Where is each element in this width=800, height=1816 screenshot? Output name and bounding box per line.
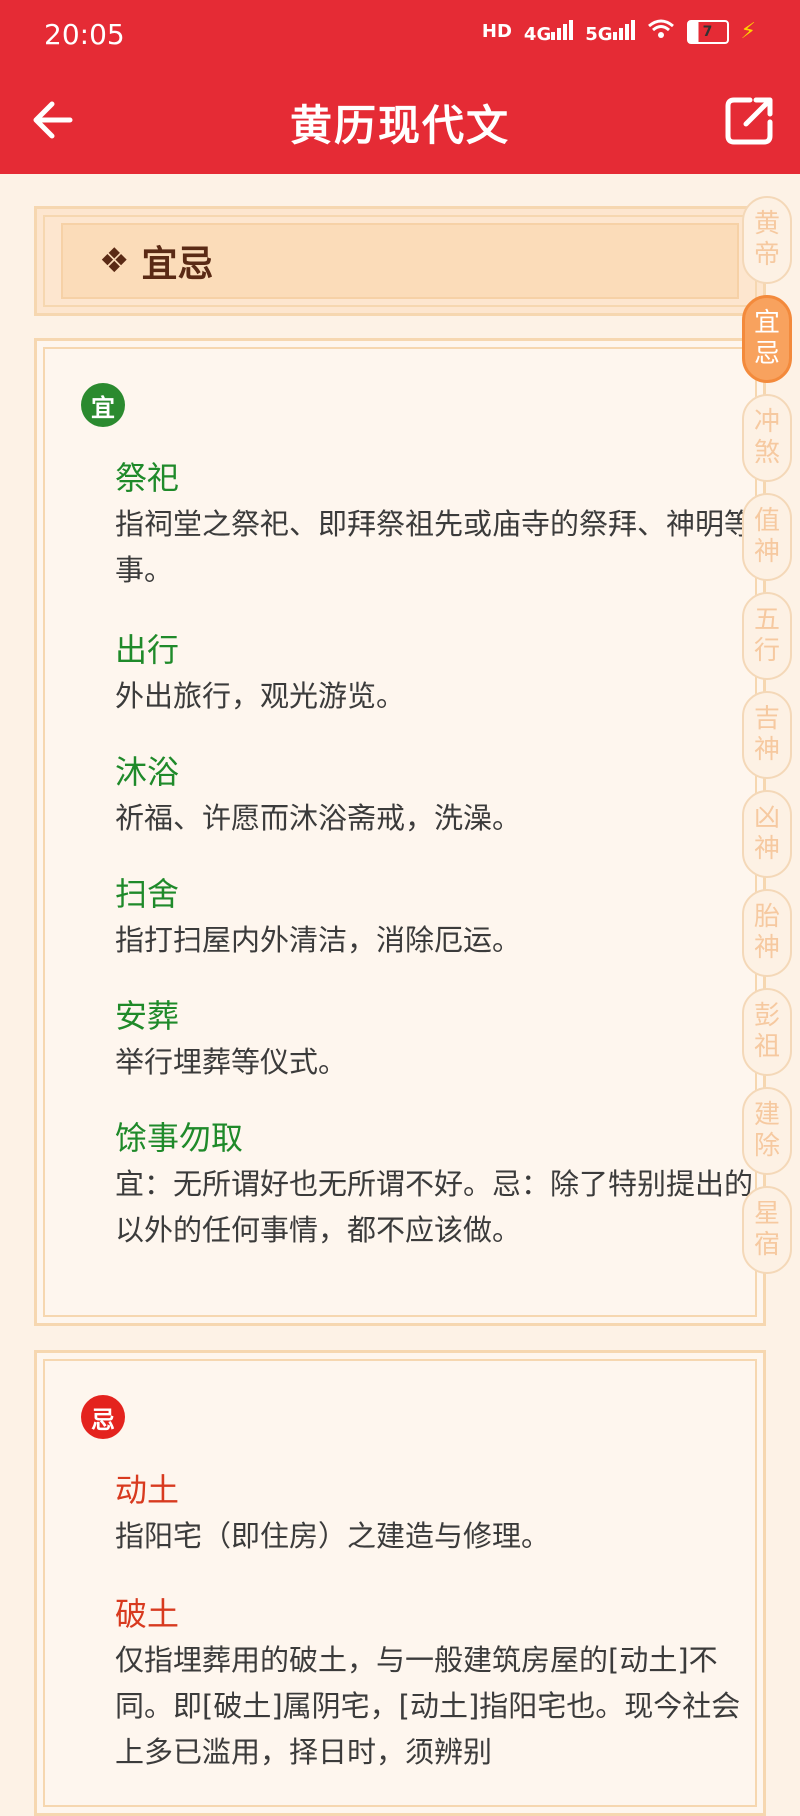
page-title: 黄历现代文 <box>289 101 510 150</box>
good-item-desc: 外出旅行，观光游览。 <box>115 679 406 713</box>
good-item: 扫舍 指打扫屋内外清洁，消除厄运。 <box>115 873 765 963</box>
sidenav-char: 建 <box>753 1100 780 1130</box>
good-item-desc: 宜：无所谓好也无所谓不好。忌：除了特别提出的以外的任何事情，都不应该做。 <box>115 1167 754 1247</box>
net-4g-label: 4G <box>523 24 552 45</box>
bad-item: 破土 仅指埋葬用的破土，与一般建筑房屋的[动土]不同。即[破土]属阴宅，[动土]… <box>115 1593 765 1775</box>
app-header: 20:05 HD 4G 5G 7 ⚡ 黄历现代文 <box>0 0 800 174</box>
good-item-desc: 祈福、许愿而沐浴斋戒，洗澡。 <box>115 801 522 835</box>
sidenav-char: 彭 <box>753 1001 780 1031</box>
sidenav-char: 宜 <box>753 308 780 338</box>
sidenav-char: 冲 <box>753 407 780 437</box>
sidenav-item-xingxiu[interactable]: 星宿 <box>742 1186 792 1274</box>
signal-4g-icon: 4G <box>523 18 574 45</box>
sidenav-item-wuxing[interactable]: 五行 <box>742 592 792 680</box>
sidenav-char: 帝 <box>753 240 780 270</box>
sidenav-char: 行 <box>753 636 780 666</box>
good-item: 馀事勿取 宜：无所谓好也无所谓不好。忌：除了特别提出的以外的任何事情，都不应该做… <box>115 1117 765 1253</box>
sidenav-item-chongsha[interactable]: 冲煞 <box>742 394 792 482</box>
sidenav-char: 祖 <box>753 1032 780 1062</box>
sidenav-char: 神 <box>753 933 780 963</box>
good-item: 出行 外出旅行，观光游览。 <box>115 629 765 719</box>
good-item-title: 安葬 <box>115 997 180 1035</box>
good-card: 宜 祭祀 指祠堂之祭祀、即拜祭祖先或庙寺的祭拜、神明等事。 出行 外出旅行，观光… <box>34 338 766 1326</box>
sidenav-char: 吉 <box>753 704 780 734</box>
wifi-icon <box>647 18 675 45</box>
sidenav-char: 凶 <box>753 803 780 833</box>
sidenav-char: 星 <box>753 1199 780 1229</box>
sidenav-char: 神 <box>753 735 780 765</box>
section-header-card: ❖ 宜忌 <box>34 206 766 316</box>
sidenav-item-xiongshen[interactable]: 凶神 <box>742 790 792 878</box>
good-item: 安葬 举行埋葬等仪式。 <box>115 995 765 1085</box>
sidenav-char: 胎 <box>753 902 780 932</box>
diamond-icon: ❖ <box>99 241 130 281</box>
good-badge: 宜 <box>81 383 125 427</box>
good-item-title: 祭祀 <box>115 459 180 497</box>
good-item: 沐浴 祈福、许愿而沐浴斋戒，洗澡。 <box>115 751 765 841</box>
sidenav-char: 值 <box>753 506 780 536</box>
sidenav-item-zhishen[interactable]: 值神 <box>742 493 792 581</box>
sidenav-char: 神 <box>753 537 780 567</box>
sidenav-item-jianchu[interactable]: 建除 <box>742 1087 792 1175</box>
sidenav-item-yiji[interactable]: 宜忌 <box>742 295 792 383</box>
sidenav-char: 煞 <box>753 438 780 468</box>
bad-badge: 忌 <box>81 1395 125 1439</box>
net-5g-label: 5G <box>585 24 613 45</box>
good-item: 祭祀 指祠堂之祭祀、即拜祭祖先或庙寺的祭拜、神明等事。 <box>115 457 765 593</box>
bad-card: 忌 动土 指阳宅（即住房）之建造与修理。 破土 仅指埋葬用的破土，与一般建筑房屋… <box>34 1350 766 1816</box>
hd-icon: HD <box>481 21 512 42</box>
sidenav-item-jishen[interactable]: 吉神 <box>742 691 792 779</box>
bad-item-desc: 仅指埋葬用的破土，与一般建筑房屋的[动土]不同。即[破土]属阴宅，[动土]指阳宅… <box>115 1643 741 1769</box>
good-item-desc: 指打扫屋内外清洁，消除厄运。 <box>115 923 522 957</box>
sidenav-char: 五 <box>753 605 780 635</box>
signal-5g-icon: 5G <box>585 18 635 45</box>
bad-item-desc: 指阳宅（即住房）之建造与修理。 <box>115 1519 551 1553</box>
sidenav-item-taishen[interactable]: 胎神 <box>742 889 792 977</box>
sidenav-char: 宿 <box>753 1230 780 1260</box>
good-item-desc: 举行埋葬等仪式。 <box>115 1045 348 1079</box>
good-item-title: 扫舍 <box>115 875 180 913</box>
section-header-label: 宜忌 <box>141 244 214 285</box>
sidenav-char: 除 <box>753 1131 780 1161</box>
status-icons: HD 4G 5G 7 ⚡ <box>482 18 756 45</box>
bad-item: 动土 指阳宅（即住房）之建造与修理。 <box>115 1469 765 1559</box>
sidenav-item-pengzu[interactable]: 彭祖 <box>742 988 792 1076</box>
good-item-title: 沐浴 <box>115 753 180 791</box>
status-time: 20:05 <box>44 18 125 51</box>
battery-icon: 7 <box>686 19 729 44</box>
good-item-title: 馀事勿取 <box>115 1119 244 1157</box>
sidenav-char: 忌 <box>753 339 780 369</box>
section-header-inner: ❖ 宜忌 <box>61 223 739 299</box>
sidenav-char: 神 <box>753 834 780 864</box>
bad-item-title: 动土 <box>115 1471 180 1509</box>
share-icon <box>725 97 773 145</box>
sidenav-item-huangdi[interactable]: 黄帝 <box>742 196 792 284</box>
bad-item-title: 破土 <box>115 1595 180 1633</box>
share-button[interactable] <box>722 92 778 148</box>
good-item-title: 出行 <box>115 631 180 669</box>
good-item-desc: 指祠堂之祭祀、即拜祭祖先或庙寺的祭拜、神明等事。 <box>115 507 754 587</box>
sidenav-char: 黄 <box>753 209 780 239</box>
charging-icon: ⚡ <box>740 19 756 44</box>
